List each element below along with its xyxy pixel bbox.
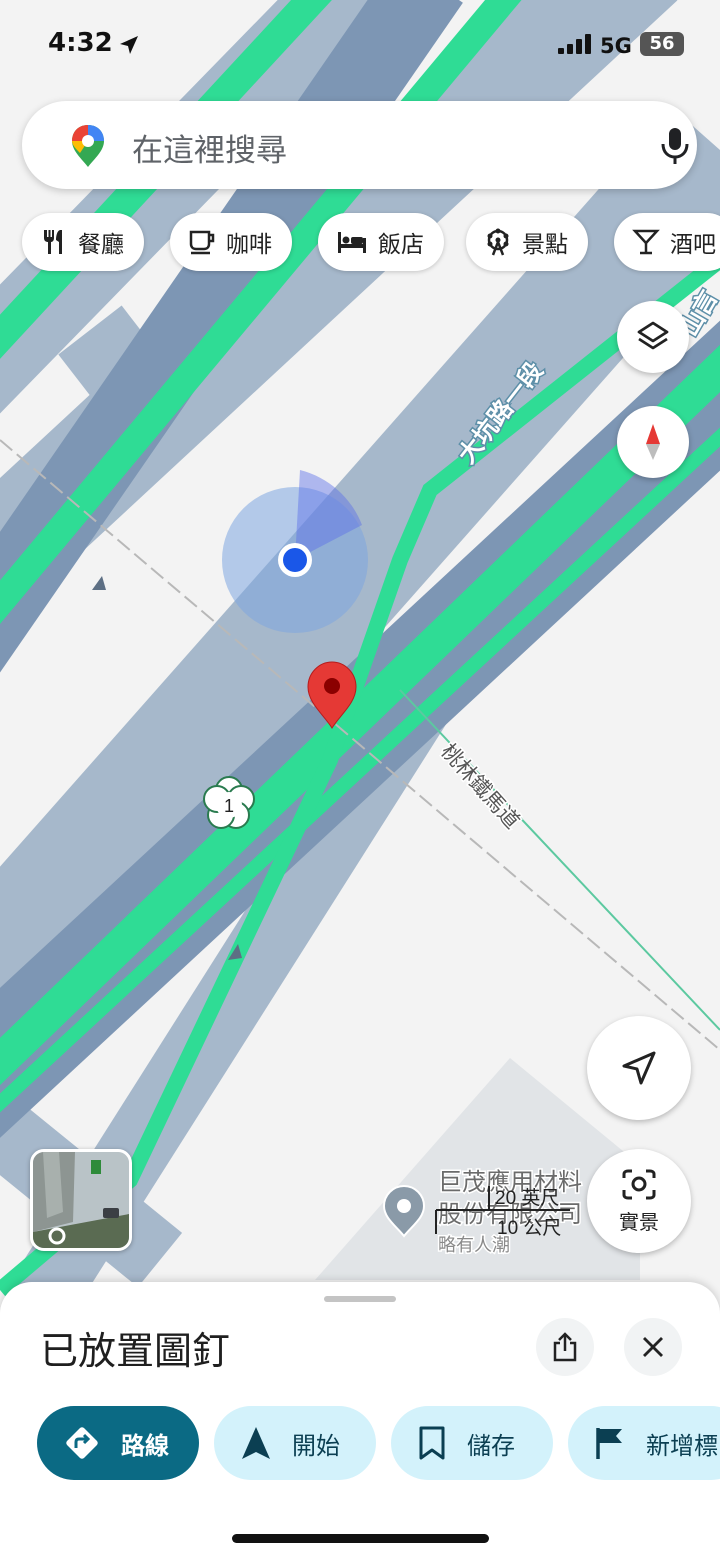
my-location-button[interactable] <box>587 1016 691 1120</box>
chip-bars[interactable]: 酒吧 <box>614 213 720 271</box>
chip-hotels[interactable]: 飯店 <box>318 213 444 271</box>
cocktail-icon <box>632 229 660 255</box>
scale-metric: 10 公尺 <box>497 1218 561 1239</box>
fork-knife-icon <box>44 230 62 254</box>
directions-icon <box>66 1427 98 1459</box>
save-button[interactable]: 儲存 <box>391 1406 553 1480</box>
search-input[interactable]: 在這裡搜尋 <box>132 125 287 170</box>
directions-label: 路線 <box>121 1431 169 1460</box>
chip-coffee[interactable]: 咖啡 <box>170 213 292 271</box>
start-button[interactable]: 開始 <box>214 1406 376 1480</box>
compass-icon <box>646 424 660 460</box>
street-view-photo <box>33 1152 129 1248</box>
bed-icon <box>338 232 366 253</box>
route-shield-number: 1 <box>224 796 234 816</box>
chip-label: 飯店 <box>378 232 424 258</box>
street-view-thumbnail[interactable] <box>30 1149 132 1251</box>
action-buttons: 路線 開始 儲存 新增標 <box>37 1406 720 1480</box>
share-icon <box>553 1332 577 1362</box>
location-services-icon <box>120 36 138 54</box>
sheet-title: 已放置圖釘 <box>40 1329 231 1373</box>
scale-imperial: 20 英尺 <box>495 1187 559 1209</box>
navigation-arrow-icon <box>622 1051 656 1085</box>
microphone-icon[interactable] <box>660 127 690 165</box>
navigation-arrow-icon <box>242 1427 270 1459</box>
battery-icon: 56 <box>640 32 684 56</box>
layers-icon <box>637 321 669 350</box>
bookmark-icon <box>419 1426 445 1460</box>
drag-handle[interactable] <box>324 1296 396 1302</box>
dropped-pin-sheet[interactable]: 已放置圖釘 路線 開始 儲存 新增標 <box>0 1282 720 1558</box>
close-button[interactable] <box>624 1318 682 1376</box>
live-view-label: 實景 <box>619 1209 659 1234</box>
start-label: 開始 <box>292 1431 340 1460</box>
chip-attractions[interactable]: 景點 <box>466 213 588 271</box>
flag-icon <box>596 1428 622 1459</box>
save-label: 儲存 <box>467 1431 515 1460</box>
compass-button[interactable] <box>617 406 689 478</box>
chip-restaurants[interactable]: 餐廳 <box>22 213 144 271</box>
cellular-signal-icon <box>558 34 591 54</box>
camera-icon <box>622 1169 656 1199</box>
chip-label: 餐廳 <box>78 232 124 258</box>
directions-button[interactable]: 路線 <box>37 1406 199 1480</box>
status-time: 4:32 <box>48 28 113 58</box>
network-type: 5G <box>600 34 632 58</box>
share-button[interactable] <box>536 1318 594 1376</box>
chip-label: 酒吧 <box>670 232 716 258</box>
add-label-label: 新增標 <box>646 1431 718 1460</box>
status-bar: 4:32 5G 56 <box>0 0 720 90</box>
ferris-wheel-icon <box>487 228 509 256</box>
search-bar[interactable]: 在這裡搜尋 <box>22 101 697 189</box>
google-maps-logo-icon <box>72 125 104 167</box>
home-indicator[interactable] <box>232 1534 489 1543</box>
category-chips: 餐廳 咖啡 飯店 景點 酒吧 <box>22 213 720 271</box>
close-icon <box>643 1337 663 1357</box>
coffee-cup-icon <box>189 230 215 255</box>
chip-label: 咖啡 <box>226 232 272 258</box>
add-label-button[interactable]: 新增標 <box>568 1406 720 1480</box>
live-view-button[interactable]: 實景 <box>587 1149 691 1253</box>
chip-label: 景點 <box>522 232 568 258</box>
layers-button[interactable] <box>617 301 689 373</box>
